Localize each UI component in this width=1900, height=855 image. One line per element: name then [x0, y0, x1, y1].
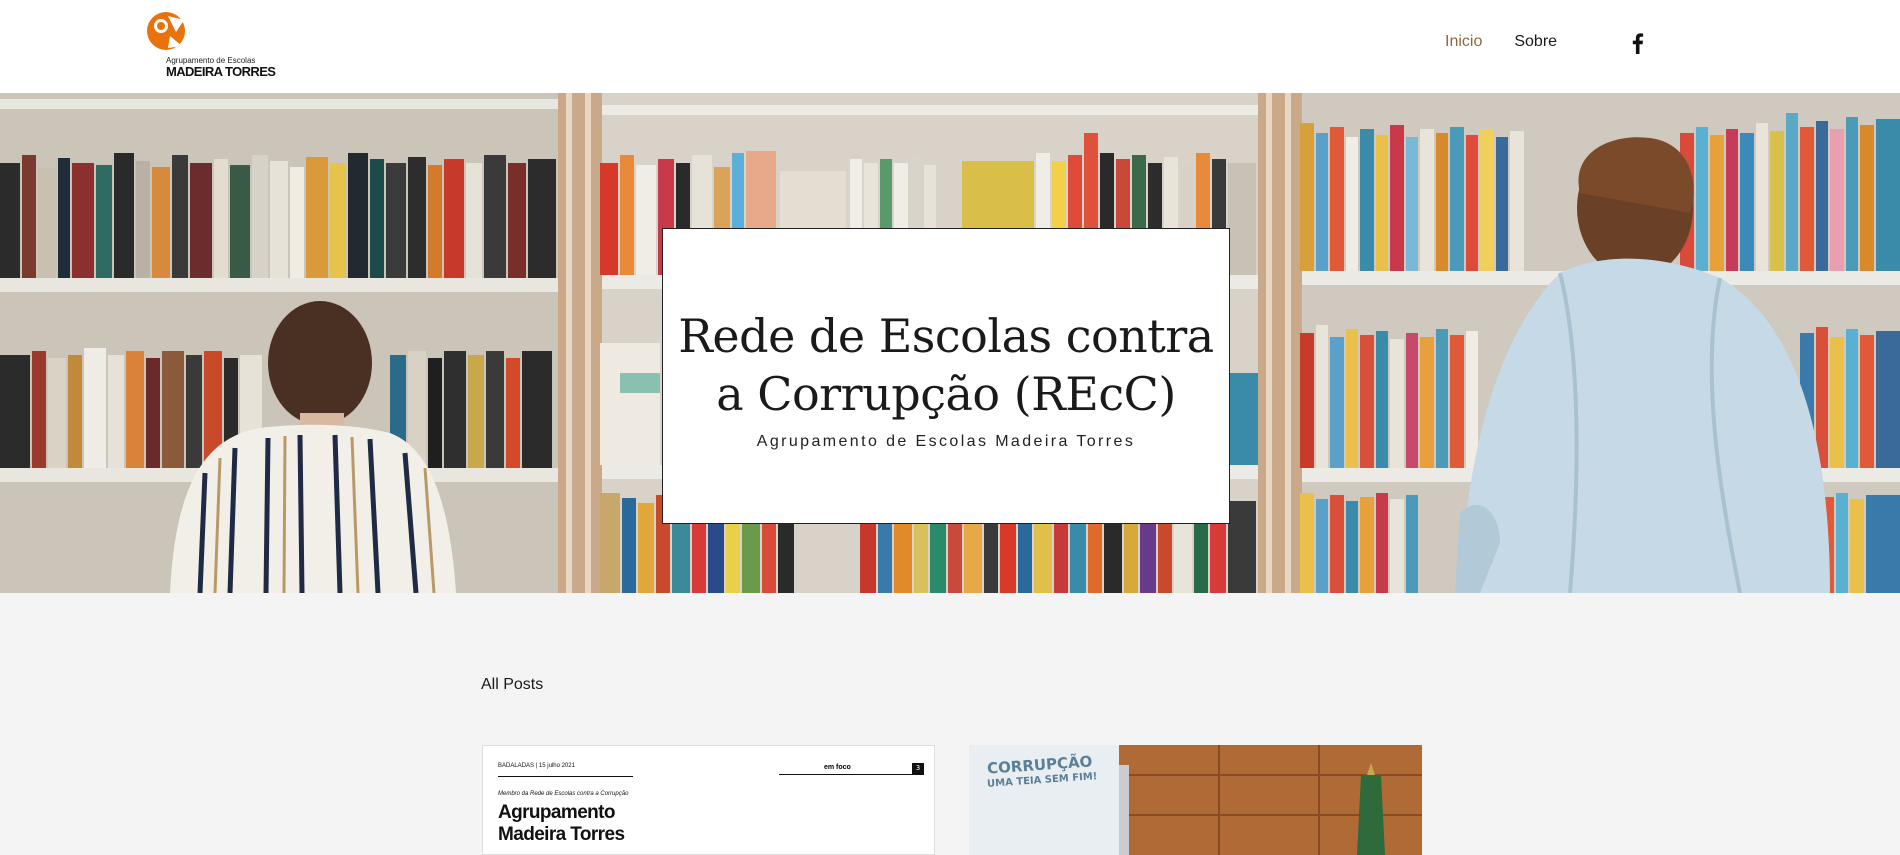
hero-subtitle: Agrupamento de Escolas Madeira Torres [756, 433, 1136, 450]
facebook-icon[interactable] [1628, 32, 1648, 54]
hero-title-box: Rede de Escolas contra a Corrupção (REcC… [662, 228, 1230, 524]
newspaper-tagline: Membro da Rede de Escolas contra a Corru… [498, 791, 629, 797]
newspaper-title-line2: Madeira Torres [498, 824, 625, 845]
post-poster: CORRUPÇÃO UMA TEIA SEM FIM! [969, 745, 1119, 855]
post-card[interactable]: CORRUPÇÃO UMA TEIA SEM FIM! [969, 745, 1422, 855]
newspaper-section: em foco 3 [779, 763, 924, 775]
hero-banner: Rede de Escolas contra a Corrupção (REcC… [0, 93, 1900, 593]
nav-item-inicio[interactable]: Inicio [1445, 33, 1482, 51]
section-label: em foco [824, 764, 851, 771]
all-posts-link[interactable]: All Posts [481, 676, 543, 694]
newspaper-title-line1: Agrupamento [498, 802, 616, 823]
site-header: Agrupamento de Escolas MADEIRA TORRES In… [0, 0, 1900, 93]
logo-mark-icon [147, 12, 185, 50]
newspaper-title: Agrupamento Madeira Torres [498, 802, 625, 846]
newspaper-rule [498, 776, 633, 777]
nav-item-sobre[interactable]: Sobre [1514, 33, 1557, 51]
newspaper-header: BADALADAS | 15 julho 2021 [498, 763, 575, 769]
logo-title: MADEIRA TORRES [166, 64, 276, 79]
hero-title: Rede de Escolas contra a Corrupção (REcC… [678, 309, 1214, 421]
page-number: 3 [912, 763, 924, 774]
main-nav: Inicio Sobre [1445, 33, 1557, 51]
school-logo[interactable]: Agrupamento de Escolas MADEIRA TORRES [146, 10, 278, 80]
post-card[interactable]: BADALADAS | 15 julho 2021 em foco 3 Memb… [482, 745, 935, 855]
